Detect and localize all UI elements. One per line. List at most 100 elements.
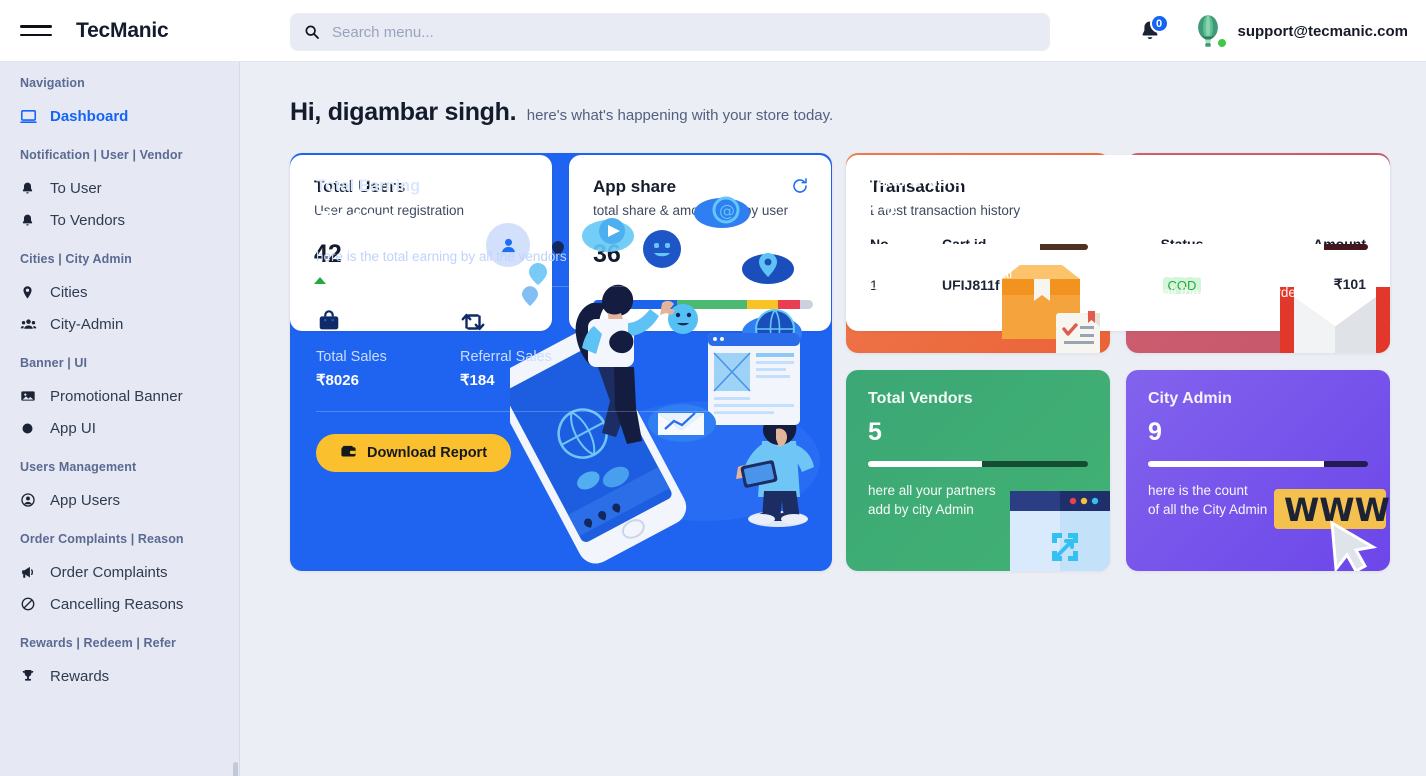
card-value: 15 — [1148, 201, 1176, 229]
sidebar-group-label: Rewards | Redeem | Refer — [20, 636, 176, 650]
sidebar-group-label: Cities | City Admin — [20, 252, 132, 266]
sidebar-item-label: Rewards — [50, 667, 110, 685]
progress-bar — [1148, 461, 1368, 467]
image-icon — [20, 386, 42, 406]
trophy-icon — [20, 666, 42, 686]
briefcase-icon — [316, 309, 460, 337]
card-value: 12 — [868, 201, 896, 229]
users-group-icon — [20, 314, 42, 334]
progress-bar — [868, 244, 1088, 250]
card-value: 9 — [1148, 418, 1162, 446]
stat-label: Total Sales — [316, 349, 387, 365]
search-icon — [304, 24, 320, 40]
app-brand-title: TecManic — [76, 18, 169, 42]
total-vendors-content: Total Vendors 5 here all your partners ad… — [846, 370, 1110, 519]
map-pin-icon — [20, 282, 42, 302]
sidebar-item-label: App Users — [50, 491, 121, 509]
dashboard-page: TecManic 0 — [0, 0, 1426, 776]
card-value: 5 — [868, 418, 882, 446]
circle-icon — [20, 418, 42, 438]
refresh-exchange-icon — [460, 309, 604, 337]
sidebar-group-label: Notification | User | Vendor — [20, 148, 183, 162]
download-report-label: Download Report — [367, 445, 488, 461]
sidebar-scrollbar[interactable] — [233, 762, 238, 776]
download-report-button[interactable]: Download Report — [316, 434, 512, 472]
sidebar-item-label: Cities — [50, 283, 88, 301]
search-bar[interactable] — [290, 13, 1050, 51]
earning-stats: Total Sales ₹8026 Referral Sales ₹184 — [316, 309, 806, 389]
sidebar-item-label: Dashboard — [50, 107, 129, 125]
notification-badge: 0 — [1149, 14, 1169, 33]
card-title: Total Vendors — [868, 390, 973, 407]
monitor-icon — [20, 106, 42, 126]
sidebar-item-cancelling-reasons[interactable]: Cancelling Reasons — [0, 588, 239, 620]
app-header: TecManic 0 — [0, 0, 1426, 62]
earning-stat-total-sales: Total Sales ₹8026 — [316, 309, 460, 389]
completed-orders-content: Completed Orders 15 here is the count of … — [1126, 153, 1390, 302]
sidebar-item-app-users[interactable]: App Users — [0, 484, 239, 516]
sidebar-item-city-admin[interactable]: City-Admin — [0, 308, 239, 340]
greeting-block: Hi, digambar singh. here's what's happen… — [290, 98, 1426, 127]
hamburger-icon[interactable] — [20, 15, 52, 47]
stat-value: ₹8026 — [316, 372, 359, 389]
sidebar-group-label: Banner | UI — [20, 356, 88, 370]
progress-bar — [1148, 244, 1368, 250]
megaphone-icon — [20, 562, 42, 582]
sidebar-item-label: Promotional Banner — [50, 387, 183, 405]
sidebar-item-label: Order Complaints — [50, 563, 168, 581]
notification-button[interactable]: 0 — [1128, 9, 1172, 53]
sidebar-item-label: Cancelling Reasons — [50, 595, 184, 613]
sidebar-item-order-complaints[interactable]: Order Complaints — [0, 556, 239, 588]
earning-amount: ₹8026 — [316, 207, 395, 238]
avatar[interactable] — [1190, 13, 1227, 49]
earning-stat-referral-sales: Referral Sales ₹184 — [460, 309, 604, 389]
page-title: Hi, digambar singh. — [290, 98, 517, 126]
progress-bar — [868, 461, 1088, 467]
city-admin-card: WWW City Admin 9 here is the count of all… — [1126, 370, 1390, 571]
main-content: Hi, digambar singh. here's what's happen… — [240, 62, 1426, 776]
user-email-label: support@tecmanic.com — [1237, 22, 1409, 40]
user-circle-icon — [20, 490, 42, 510]
wallet-icon — [340, 443, 357, 464]
divider — [316, 286, 778, 287]
card-description: here all your partners add by city Admin — [868, 483, 996, 517]
bell-icon — [20, 178, 42, 198]
sidebar-item-rewards[interactable]: Rewards — [0, 660, 239, 692]
card-description: here is the count of all the City Admin — [1148, 483, 1268, 517]
sidebar-item-label: City-Admin — [50, 315, 124, 333]
stat-label: Referral Sales — [460, 349, 552, 365]
sidebar-group-label: Order Complaints | Reason — [20, 532, 184, 546]
online-status-dot — [1216, 38, 1227, 48]
sidebar-group-label: Users Management — [20, 460, 137, 474]
city-admin-content: City Admin 9 here is the count of all the… — [1126, 370, 1390, 519]
bell-icon — [20, 210, 42, 230]
sidebar-item-cities[interactable]: Cities — [0, 276, 239, 308]
total-earning-card: @ Total Earning ₹8026 here is the total … — [290, 153, 832, 571]
page-subtitle: here's what's happening with your store … — [526, 107, 834, 124]
total-orders-content: Total Orders 12 here is the count of tot… — [846, 153, 1110, 302]
stat-value: ₹184 — [460, 372, 495, 389]
sidebar-item-to-user[interactable]: To User — [0, 172, 239, 204]
card-title: Completed Orders — [1148, 173, 1288, 190]
earning-card-content: Total Earning ₹8026 here is the total ea… — [290, 153, 832, 472]
card-title: Total Orders — [868, 173, 962, 190]
sidebar-item-label: To Vendors — [50, 211, 126, 229]
sidebar-item-to-vendors[interactable]: To Vendors — [0, 204, 239, 236]
ban-icon — [20, 594, 42, 614]
sidebar-item-label: To User — [50, 179, 102, 197]
search-input[interactable] — [332, 23, 1032, 41]
card-description: here is the count of all the completed or… — [1148, 266, 1308, 300]
earning-title: Total Earning — [316, 177, 421, 195]
sidebar: Navigation Dashboard Notification | User… — [0, 62, 240, 776]
total-vendors-card: Total Vendors 5 here all your partners ad… — [846, 370, 1110, 571]
header-right-cluster: 0 support@tecmanic.com — [1128, 0, 1426, 62]
sidebar-item-label: App UI — [50, 419, 96, 437]
earning-description: here is the total earning by all the ven… — [316, 249, 567, 264]
sidebar-group-label: Navigation — [20, 76, 85, 90]
sidebar-item-app-ui[interactable]: App UI — [0, 412, 239, 444]
sidebar-item-promotional-banner[interactable]: Promotional Banner — [0, 380, 239, 412]
card-description: here is the count of total Confirmed Orde… — [868, 266, 1013, 300]
sidebar-item-dashboard[interactable]: Dashboard — [0, 100, 239, 132]
divider — [316, 411, 778, 412]
card-title: City Admin — [1148, 390, 1232, 407]
